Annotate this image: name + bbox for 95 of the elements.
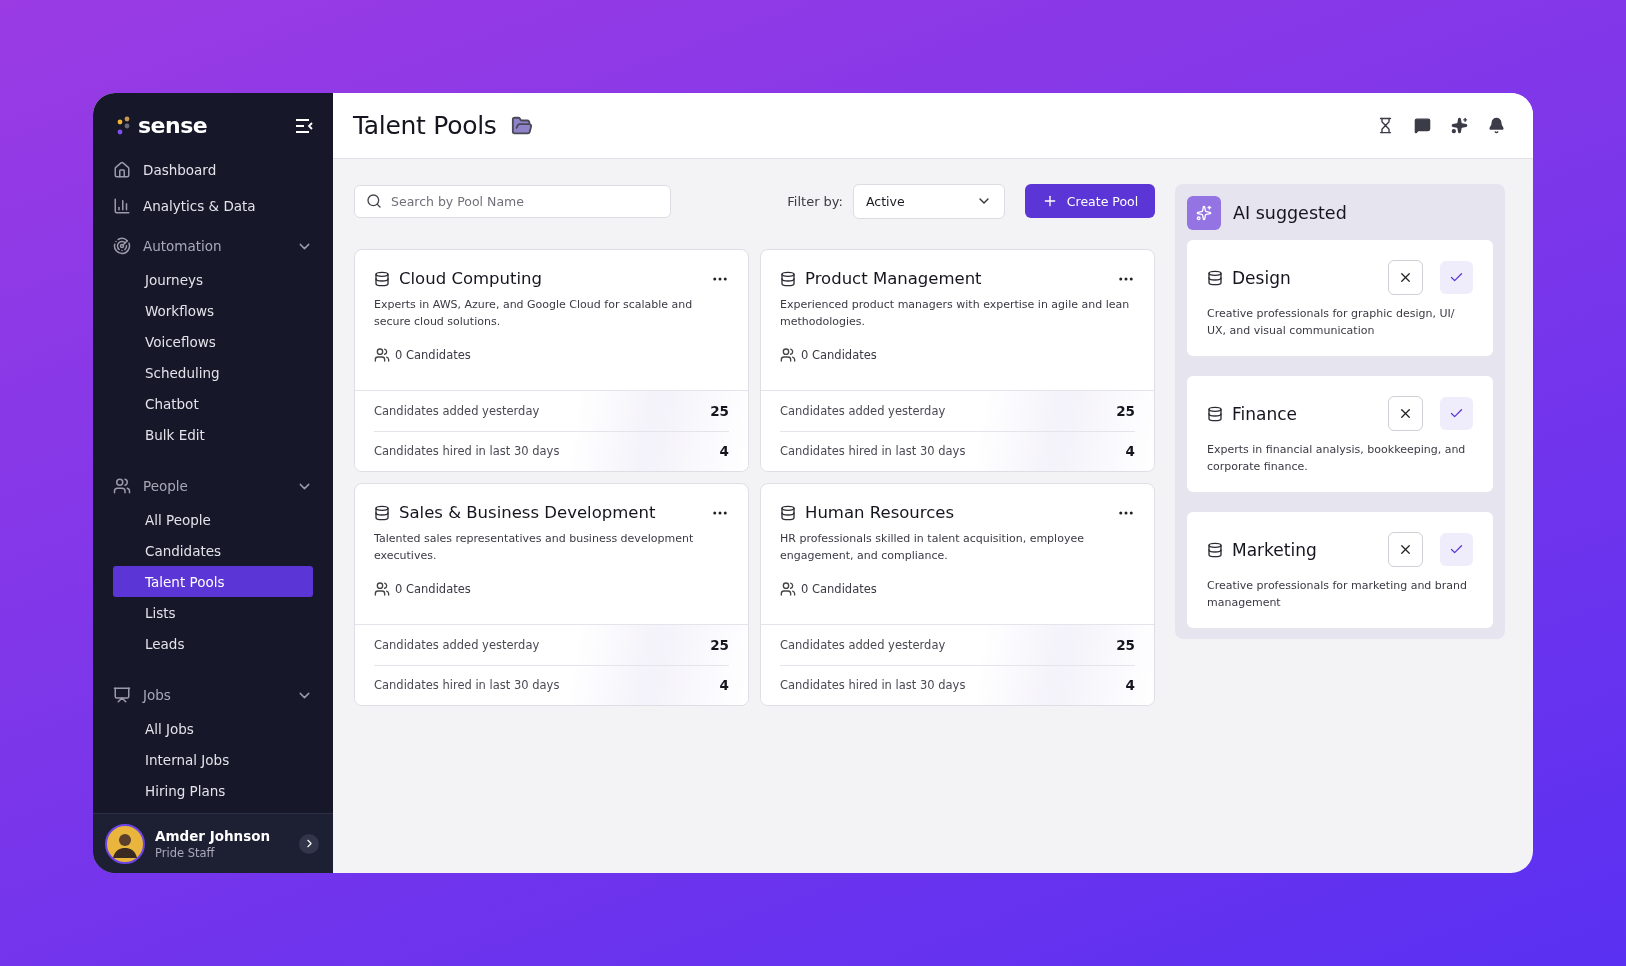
user-role: Pride Staff xyxy=(155,845,216,860)
database-icon xyxy=(374,270,390,287)
stat-value: 25 xyxy=(710,402,729,419)
suggestion-title: Marketing xyxy=(1232,539,1318,560)
nav-item[interactable]: Talent Pools xyxy=(113,566,313,597)
stat-value: 25 xyxy=(1116,636,1135,653)
stat-label: Candidates hired in last 30 days xyxy=(780,678,966,693)
bell-icon[interactable] xyxy=(1488,117,1505,134)
stat-label: Candidates added yesterday xyxy=(374,637,540,652)
nav-item[interactable]: Bulk Edit xyxy=(113,419,313,450)
nav-item[interactable]: Journeys xyxy=(113,264,313,295)
stat-value: 4 xyxy=(719,443,729,460)
database-icon xyxy=(1207,405,1223,422)
stat-label: Candidates hired in last 30 days xyxy=(780,444,966,459)
logo-text: sense xyxy=(138,113,208,138)
pool-description: Experts in AWS, Azure, and Google Cloud for scalable and secure cloud solutions. xyxy=(374,297,694,330)
nav-item[interactable]: Candidates xyxy=(113,535,313,566)
nav-item[interactable]: Dashboard xyxy=(113,152,313,188)
nav-item[interactable]: All People xyxy=(113,504,313,535)
pool-title: Product Management xyxy=(805,269,983,288)
suggestion-description: Experts in financial analysis, bookkeeping, and corporate finance. xyxy=(1207,442,1467,475)
page-title: Talent Pools xyxy=(353,111,497,140)
hourglass-icon[interactable] xyxy=(1377,117,1394,134)
pool-description: Talented sales representatives and business development executives. xyxy=(374,531,695,564)
close-icon xyxy=(1398,406,1413,421)
nav-item[interactable]: Voiceflows xyxy=(113,326,313,357)
nav-item[interactable]: Workflows xyxy=(113,295,313,326)
suggestion-title: Design xyxy=(1232,267,1292,288)
nav-item[interactable]: All Jobs xyxy=(113,713,313,744)
nav-item[interactable]: Hiring Plans xyxy=(113,775,313,806)
radar-icon xyxy=(113,237,131,255)
filter-label: Filter by: xyxy=(787,193,843,209)
stat-label: Candidates added yesterday xyxy=(780,637,946,652)
candidate-count: 0 Candidates xyxy=(801,582,877,596)
nav-item[interactable]: Internal Jobs xyxy=(113,744,313,775)
stat-label: Candidates hired in last 30 days xyxy=(374,678,560,693)
stat-label: Candidates added yesterday xyxy=(780,403,946,418)
sparkles-icon[interactable] xyxy=(1451,117,1468,134)
folder-icon xyxy=(510,114,533,137)
nav-item[interactable]: Leads xyxy=(113,628,313,659)
stat-value: 25 xyxy=(710,636,729,653)
nav-item[interactable]: Scheduling xyxy=(113,357,313,388)
pool-description: Experienced product managers with expertise in agile and lean methodologies. xyxy=(780,297,1131,330)
candidate-count: 0 Candidates xyxy=(395,348,471,362)
stat-value: 4 xyxy=(1125,443,1135,460)
candidate-count: 0 Candidates xyxy=(395,582,471,596)
suggestion-description: Creative professionals for marketing and brand management xyxy=(1207,578,1469,611)
search-icon xyxy=(366,192,382,209)
database-icon xyxy=(1207,269,1223,286)
sparkles-icon xyxy=(1187,196,1221,230)
reject-button[interactable] xyxy=(1388,532,1423,567)
nav-group[interactable]: Automation xyxy=(113,228,313,264)
stat-value: 4 xyxy=(719,677,729,694)
stat-label: Candidates added yesterday xyxy=(374,403,540,418)
reject-button[interactable] xyxy=(1388,396,1423,431)
create-pool-button[interactable]: Create Pool xyxy=(1025,184,1155,218)
people-icon xyxy=(780,581,796,597)
panel-title: AI suggested xyxy=(1233,203,1347,223)
nav-group[interactable]: Jobs xyxy=(113,677,313,713)
nav-group[interactable]: People xyxy=(113,468,313,504)
pool-description: HR professionals skilled in talent acquisition, employee engagement, and compliance. xyxy=(780,531,1085,564)
search-field[interactable]: Search by Pool Name xyxy=(354,184,671,218)
nav-item[interactable]: Lists xyxy=(113,597,313,628)
house-icon xyxy=(113,161,131,179)
people-icon xyxy=(374,581,390,597)
avatar xyxy=(105,823,145,864)
people-icon xyxy=(113,477,131,495)
filter-dropdown[interactable]: Active xyxy=(853,183,1005,219)
database-icon xyxy=(780,504,796,521)
database-icon xyxy=(1207,541,1223,558)
people-icon xyxy=(374,347,390,363)
candidate-count: 0 Candidates xyxy=(801,348,877,362)
database-icon xyxy=(780,270,796,287)
nav-item[interactable]: Analytics & Data xyxy=(113,188,313,224)
suggestion-description: Creative professionals for graphic design, UI/ UX, and visual communication xyxy=(1207,306,1456,339)
stat-label: Candidates hired in last 30 days xyxy=(374,444,560,459)
user-name: Amder Johnson xyxy=(155,827,272,844)
pool-title: Human Resources xyxy=(805,503,955,522)
close-icon xyxy=(1398,542,1413,557)
chat-icon[interactable] xyxy=(1414,117,1431,134)
people-icon xyxy=(780,347,796,363)
pool-title: Sales & Business Development xyxy=(399,503,657,522)
logo-icon xyxy=(117,115,130,136)
stat-value: 4 xyxy=(1125,677,1135,694)
database-icon xyxy=(374,504,390,521)
bar-chart-icon xyxy=(113,197,131,215)
expand-button[interactable] xyxy=(299,833,319,854)
close-icon xyxy=(1398,270,1413,285)
presentation-icon xyxy=(113,686,131,704)
pool-title: Cloud Computing xyxy=(399,269,543,288)
stat-value: 25 xyxy=(1116,402,1135,419)
suggestion-title: Finance xyxy=(1232,403,1299,424)
reject-button[interactable] xyxy=(1388,260,1423,295)
collapse-menu-icon[interactable] xyxy=(295,117,313,134)
nav-item[interactable]: Chatbot xyxy=(113,388,313,419)
